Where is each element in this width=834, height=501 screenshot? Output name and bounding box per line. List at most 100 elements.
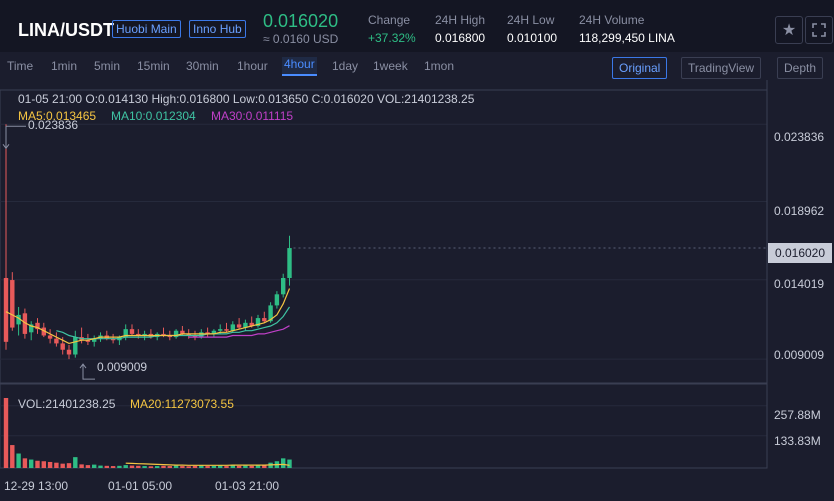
- volume-bar: [129, 465, 135, 468]
- high-marker-label: 0.023836: [28, 118, 79, 132]
- x-tick-label: 01-01 05:00: [108, 479, 173, 493]
- volume-bar: [73, 457, 78, 468]
- x-tick-label: 01-03 21:00: [215, 479, 280, 493]
- candle-body: [218, 329, 223, 331]
- view-tradingview-button[interactable]: TradingView: [681, 57, 762, 79]
- volume-bar: [123, 465, 128, 468]
- tab-1mon[interactable]: 1mon: [424, 59, 454, 73]
- volume-bar: [98, 465, 103, 468]
- last-price: 0.016020: [263, 11, 339, 31]
- volume-bar: [16, 453, 21, 468]
- volume-bar: [180, 466, 185, 468]
- tab-1week[interactable]: 1week: [373, 59, 408, 73]
- volume-bar: [104, 465, 109, 468]
- high-label: 24H High: [435, 13, 486, 27]
- volume-bar: [54, 462, 59, 468]
- tab-5min[interactable]: 5min: [94, 59, 120, 73]
- volume-bar: [224, 466, 229, 468]
- candle-body: [73, 337, 78, 355]
- tab-4hour[interactable]: 4hour: [282, 57, 317, 76]
- volume-label: 24H Volume: [579, 13, 645, 27]
- candle-body: [47, 335, 53, 339]
- tab-1day[interactable]: 1day: [332, 59, 358, 73]
- volume-value: 118,299,450 LINA: [579, 31, 675, 45]
- y-tick-label: 0.009009: [774, 348, 825, 362]
- tag-inno-hub[interactable]: Inno Hub: [189, 20, 246, 38]
- tab-15min[interactable]: 15min: [137, 59, 170, 73]
- fullscreen-icon: [812, 23, 826, 37]
- candle-body: [10, 280, 15, 328]
- candle-body: [3, 277, 9, 342]
- volume-bar: [249, 465, 254, 468]
- volume-bar: [192, 465, 198, 468]
- volume-bar: [22, 458, 28, 468]
- y-tick-label: 0.014019: [774, 277, 825, 291]
- change-label: Change: [368, 13, 411, 27]
- vol-tick-label: 257.88M: [774, 408, 821, 422]
- change-value: +37.32%: [368, 31, 416, 45]
- view-original-button[interactable]: Original: [612, 57, 668, 79]
- volume-ma20-readout: MA20:11273073.55: [130, 397, 234, 411]
- volume-bar: [117, 465, 122, 468]
- ma30-readout: MA30:0.011115: [211, 109, 294, 123]
- volume-bar: [199, 465, 204, 468]
- volume-bar: [3, 398, 9, 468]
- volume-bar: [205, 466, 210, 468]
- volume-bar: [92, 464, 97, 468]
- ohlc-readout: 01-05 21:00 O:0.014130 High:0.016800 Low…: [18, 92, 475, 106]
- volume-bar: [211, 465, 217, 468]
- volume-bar: [167, 466, 172, 468]
- candlestick-chart[interactable]: [0, 80, 834, 501]
- candle-body: [54, 338, 59, 344]
- last-price-usd: ≈ 0.0160 USD: [263, 32, 339, 46]
- vol-tick-label: 133.83M: [774, 434, 821, 448]
- candle-body: [60, 343, 65, 350]
- low-value: 0.010100: [507, 31, 558, 45]
- volume-bar: [287, 459, 292, 468]
- candle-body: [66, 349, 72, 355]
- low-label: 24H Low: [507, 13, 555, 27]
- volume-bar: [79, 464, 84, 468]
- volume-bar: [148, 466, 154, 468]
- volume-bar: [142, 466, 147, 468]
- ma10-readout: MA10:0.012304: [111, 109, 196, 123]
- volume-bar: [218, 465, 223, 468]
- tab-1hour[interactable]: 1hour: [237, 59, 268, 73]
- volume-bar: [110, 466, 116, 468]
- volume-bar: [155, 466, 160, 468]
- candle-body: [274, 294, 280, 306]
- volume-bar: [29, 459, 34, 468]
- candle-body: [236, 324, 242, 328]
- volume-bar: [10, 445, 15, 468]
- candle-body: [173, 330, 179, 338]
- tag-huobi-main[interactable]: Huobi Main: [112, 20, 181, 38]
- fullscreen-button[interactable]: [805, 16, 833, 44]
- ticker-header: LINA/USDT Huobi Main Inno Hub 0.016020 ≈…: [0, 0, 834, 52]
- low-marker-label: 0.009009: [97, 360, 148, 374]
- volume-bar: [47, 461, 53, 468]
- volume-bar: [60, 463, 65, 468]
- current-price-tag: 0.016020: [768, 243, 832, 263]
- candle-body: [287, 248, 292, 278]
- high-value: 0.016800: [435, 31, 486, 45]
- volume-bar: [243, 465, 248, 468]
- candle-body: [281, 277, 286, 295]
- volume-bar: [35, 460, 40, 468]
- volume-bar: [236, 465, 242, 468]
- tab-30min[interactable]: 30min: [186, 59, 219, 73]
- volume-bar: [85, 465, 91, 468]
- volume-bar: [161, 465, 166, 468]
- pair-title: LINA/USDT: [18, 20, 114, 40]
- volume-bar: [186, 466, 191, 468]
- y-tick-label: 0.023836: [774, 130, 825, 144]
- volume-bar: [66, 463, 72, 468]
- tab-time[interactable]: Time: [7, 59, 33, 73]
- candle-body: [129, 329, 135, 334]
- candle-body: [224, 329, 229, 331]
- tab-1min[interactable]: 1min: [51, 59, 77, 73]
- x-tick-label: 12-29 13:00: [4, 479, 69, 493]
- volume-bar: [281, 458, 286, 468]
- view-depth-button[interactable]: Depth: [777, 57, 824, 79]
- y-tick-label: 0.018962: [774, 204, 825, 218]
- favorite-button[interactable]: ★: [775, 16, 803, 44]
